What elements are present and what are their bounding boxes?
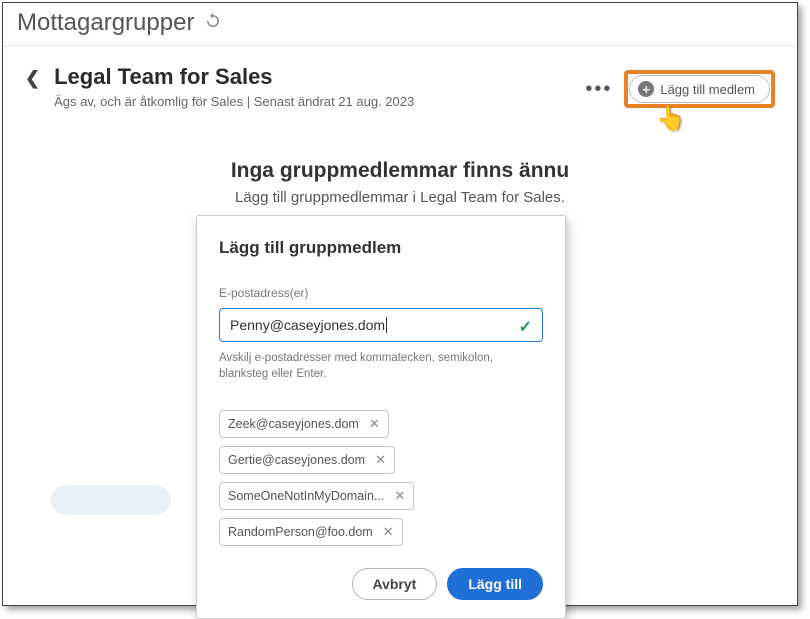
chip-label: Zeek@caseyjones.dom xyxy=(228,417,359,431)
email-field-label: E-postadress(er) xyxy=(219,286,543,300)
more-actions-icon[interactable]: ••• xyxy=(581,78,616,101)
add-member-label: Lägg till medlem xyxy=(660,82,755,97)
email-chip-list: Zeek@caseyjones.dom ✕ Gertie@caseyjones.… xyxy=(219,410,543,546)
modal-title: Lägg till gruppmedlem xyxy=(219,238,543,258)
cursor-hand-icon: 👆 xyxy=(656,104,686,133)
group-subtitle: Ägs av, och är åtkomlig för Sales | Sena… xyxy=(54,94,414,109)
topbar: Mottagargrupper xyxy=(3,3,797,46)
email-chip[interactable]: RandomPerson@foo.dom ✕ xyxy=(219,518,403,546)
email-chip[interactable]: SomeOneNotInMyDomain... ✕ xyxy=(219,482,414,510)
add-member-modal: Lägg till gruppmedlem E-postadress(er) P… xyxy=(196,215,566,619)
group-title: Legal Team for Sales xyxy=(54,64,414,90)
chip-remove-icon[interactable]: ✕ xyxy=(375,452,386,468)
chip-label: SomeOneNotInMyDomain... xyxy=(228,489,384,503)
submit-button[interactable]: Lägg till xyxy=(447,568,543,600)
empty-state-subtitle: Lägg till gruppmedlemmar i Legal Team fo… xyxy=(3,189,797,206)
email-helper-text: Avskilj e-postadresser med kommatecken, … xyxy=(219,350,543,382)
empty-state: Inga gruppmedlemmar finns ännu Lägg till… xyxy=(3,159,797,206)
email-chip[interactable]: Zeek@caseyjones.dom ✕ xyxy=(219,410,389,438)
email-input-value: Penny@caseyjones.dom xyxy=(230,317,385,333)
chip-remove-icon[interactable]: ✕ xyxy=(369,416,380,432)
add-member-highlight: + Lägg till medlem 👆 xyxy=(624,70,775,108)
chip-remove-icon[interactable]: ✕ xyxy=(383,524,394,540)
page-title: Mottagargrupper xyxy=(17,9,194,37)
ghost-placeholder xyxy=(51,485,171,515)
group-header: ❮ Legal Team for Sales Ägs av, och är åt… xyxy=(3,46,797,109)
refresh-icon[interactable] xyxy=(204,12,222,35)
cancel-button[interactable]: Avbryt xyxy=(352,568,438,600)
chip-label: RandomPerson@foo.dom xyxy=(228,525,373,539)
add-member-button[interactable]: + Lägg till medlem xyxy=(629,75,770,103)
email-chip[interactable]: Gertie@caseyjones.dom ✕ xyxy=(219,446,395,474)
plus-circle-icon: + xyxy=(638,81,654,97)
chip-remove-icon[interactable]: ✕ xyxy=(394,488,405,504)
chip-label: Gertie@caseyjones.dom xyxy=(228,453,365,467)
back-chevron-icon[interactable]: ❮ xyxy=(25,64,40,89)
empty-state-title: Inga gruppmedlemmar finns ännu xyxy=(3,159,797,183)
email-input[interactable]: Penny@caseyjones.dom ✓ xyxy=(219,308,543,342)
checkmark-icon: ✓ xyxy=(519,317,532,337)
